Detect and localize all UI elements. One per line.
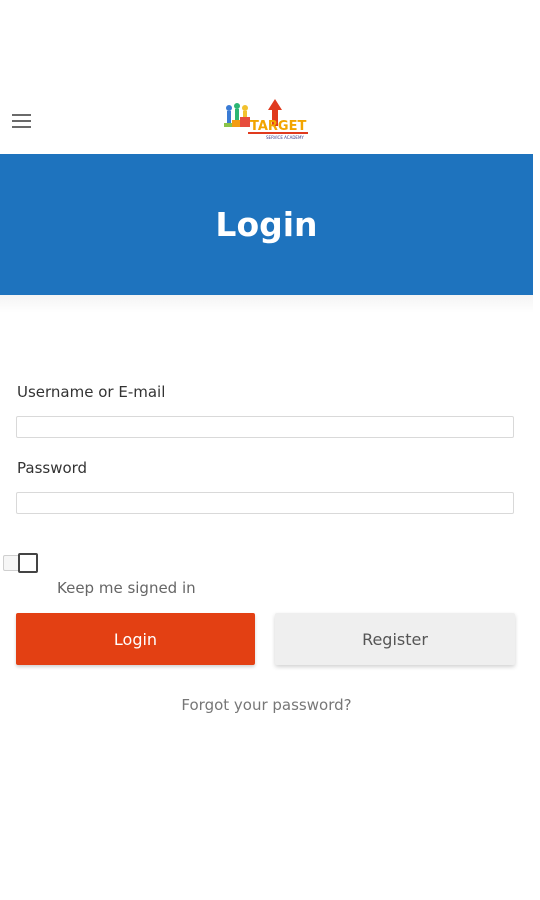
page-title: Login — [215, 205, 318, 244]
username-label: Username or E-mail — [17, 383, 166, 401]
username-input[interactable] — [16, 416, 514, 438]
svg-text:TARGET: TARGET — [250, 119, 306, 134]
password-label: Password — [17, 459, 88, 477]
keep-signed-in-label[interactable]: Keep me signed in — [57, 579, 196, 597]
login-button[interactable]: Login — [16, 613, 255, 665]
svg-text:SERVICE ACADEMY: SERVICE ACADEMY — [266, 135, 304, 140]
keep-signed-in-toggle[interactable] — [3, 553, 38, 573]
register-button[interactable]: Register — [275, 613, 515, 665]
top-navigation-bar: TARGET SERVICE ACADEMY — [0, 88, 534, 154]
banner-shadow — [0, 295, 533, 313]
hamburger-menu-icon[interactable] — [12, 114, 31, 128]
forgot-password-link[interactable]: Forgot your password? — [0, 696, 533, 714]
site-logo[interactable]: TARGET SERVICE ACADEMY — [220, 96, 312, 142]
page-title-banner: Login — [0, 154, 533, 295]
toggle-knob — [18, 553, 38, 573]
password-input[interactable] — [16, 492, 514, 514]
